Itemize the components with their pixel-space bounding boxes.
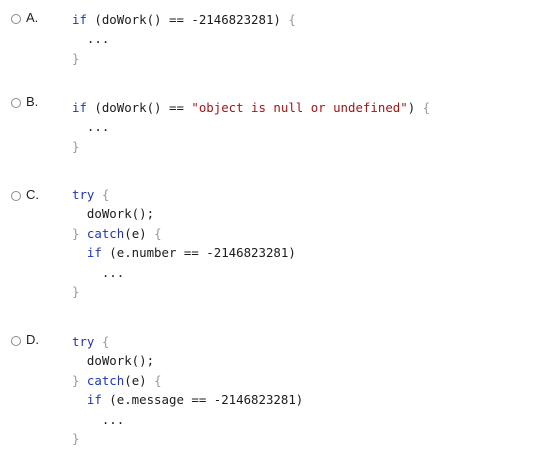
- radio-button-d[interactable]: [11, 336, 21, 346]
- code-line-c-1: try {: [72, 185, 296, 204]
- code-text: {: [154, 225, 162, 241]
- code-text: }: [72, 283, 80, 299]
- code-keyword: if: [72, 100, 87, 115]
- code-line-d-2: doWork();: [72, 351, 303, 370]
- code-block-b: if (doWork() == "object is null or undef…: [72, 98, 430, 156]
- code-text: {: [154, 372, 162, 388]
- radio-button-a[interactable]: [11, 14, 21, 24]
- option-letter-c: C.: [26, 187, 39, 202]
- code-text: }: [72, 225, 87, 241]
- code-text: (e.message == -2146823281): [101, 392, 304, 408]
- code-line-a-1: if (doWork() == -2146823281) {: [72, 10, 296, 29]
- code-text: (e): [124, 225, 155, 241]
- code-keyword: if: [72, 12, 87, 27]
- code-line-d-6: }: [72, 429, 303, 448]
- code-text: ...: [72, 31, 110, 47]
- code-block-d: try { doWork();} catch(e) { if (e.messag…: [72, 332, 303, 448]
- code-keyword: catch: [86, 372, 125, 388]
- code-text: ): [407, 100, 423, 115]
- code-text: (doWork() ==: [86, 100, 192, 115]
- code-text: {: [101, 334, 110, 349]
- code-line-c-5: ...: [72, 263, 296, 282]
- code-keyword: catch: [86, 225, 125, 241]
- code-line-c-6: }: [72, 282, 296, 301]
- code-line-b-1: if (doWork() == "object is null or undef…: [72, 98, 430, 117]
- code-text: {: [101, 187, 110, 202]
- code-keyword: if: [86, 245, 102, 261]
- code-line-b-2: ...: [72, 117, 430, 136]
- code-keyword: if: [86, 392, 102, 408]
- radio-button-c[interactable]: [11, 191, 21, 201]
- code-line-c-4: if (e.number == -2146823281): [72, 243, 296, 262]
- code-text: {: [422, 100, 431, 115]
- code-line-b-3: }: [72, 137, 430, 156]
- option-letter-b: B.: [26, 94, 39, 109]
- code-text: (doWork() == -2146823281): [86, 12, 289, 27]
- code-line-d-3: } catch(e) {: [72, 371, 303, 390]
- code-text: (e.number == -2146823281): [101, 245, 296, 261]
- code-block-a: if (doWork() == -2146823281) { ...}: [72, 10, 296, 68]
- code-string: "object is null or undefined": [191, 100, 408, 115]
- radio-button-b[interactable]: [11, 98, 21, 108]
- code-line-d-4: if (e.message == -2146823281): [72, 390, 303, 409]
- option-letter-d: D.: [26, 332, 39, 347]
- code-text: }: [72, 430, 80, 446]
- code-line-d-5: ...: [72, 410, 303, 429]
- code-keyword: try: [72, 187, 95, 202]
- code-line-a-3: }: [72, 49, 296, 68]
- code-line-a-2: ...: [72, 29, 296, 48]
- option-letter-a: A.: [26, 10, 39, 25]
- code-text: }: [72, 138, 80, 154]
- code-text: (e): [124, 372, 155, 388]
- code-line-c-3: } catch(e) {: [72, 224, 296, 243]
- code-text: }: [72, 372, 87, 388]
- code-text: {: [288, 12, 296, 27]
- code-keyword: try: [72, 334, 95, 349]
- code-text: ...: [72, 264, 125, 280]
- code-text: doWork();: [72, 206, 155, 222]
- code-text: doWork();: [72, 353, 155, 369]
- code-text: ...: [72, 411, 125, 427]
- code-block-c: try { doWork();} catch(e) { if (e.number…: [72, 185, 296, 301]
- code-text: }: [72, 50, 80, 66]
- code-line-d-1: try {: [72, 332, 303, 351]
- code-line-c-2: doWork();: [72, 204, 296, 223]
- code-text: ...: [72, 119, 110, 135]
